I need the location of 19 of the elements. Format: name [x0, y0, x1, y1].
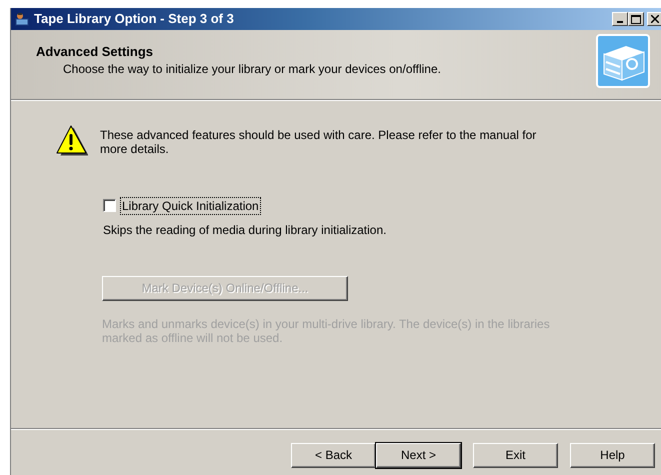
window-title: Tape Library Option - Step 3 of 3: [34, 11, 234, 27]
warning-text: These advanced features should be used with care. Please refer to the manual for more details.: [100, 128, 538, 157]
warning-icon: [56, 124, 88, 156]
wizard-button[interactable]: Help: [570, 443, 655, 468]
tape-library-icon: [596, 34, 652, 90]
wizard-button[interactable]: Next >: [376, 443, 461, 468]
maximize-button[interactable]: [628, 12, 644, 26]
tape-drive-icon: [14, 11, 30, 27]
option-description: Skips the reading of media during library initialization.: [103, 223, 388, 238]
close-icon: [651, 15, 659, 23]
header-subtitle: Choose the way to initialize your library or mark your devices on/offline.: [63, 62, 441, 76]
header-title: Advanced Settings: [36, 44, 154, 60]
wizard-button[interactable]: < Back: [291, 443, 376, 468]
close-button[interactable]: [647, 12, 661, 26]
maximize-icon: [631, 14, 641, 24]
wizard-button[interactable]: Exit: [473, 443, 558, 468]
checkbox[interactable]: [103, 199, 116, 212]
checkbox-label[interactable]: Library Quick Initialization: [122, 198, 259, 214]
minimize-button[interactable]: [612, 12, 628, 26]
